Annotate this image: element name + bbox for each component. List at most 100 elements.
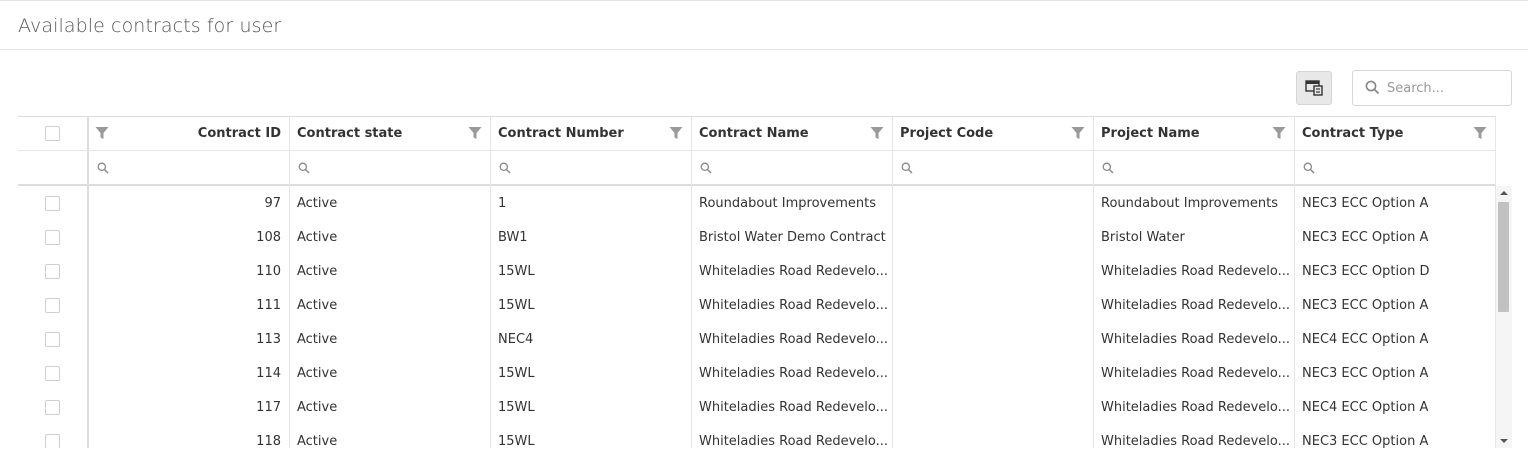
table-row[interactable]: 108 Active BW1 Bristol Water Demo Contract B… — [18, 220, 1496, 254]
cell-text: 15WL — [498, 366, 535, 381]
cell-text: Whiteladies Road Redevelo... — [699, 298, 889, 313]
cell-contract-type: NEC3 ECC Option A — [1295, 356, 1496, 390]
arrow-up-icon[interactable] — [1500, 190, 1508, 196]
column-header-contract-type[interactable]: Contract Type — [1295, 117, 1496, 150]
cell-contract-state: Active — [290, 220, 491, 254]
cell-text: 111 — [256, 298, 281, 313]
column-header-label: Contract state — [297, 126, 403, 141]
filter-funnel-icon[interactable] — [1473, 126, 1487, 140]
filter-cell-project-code[interactable] — [893, 151, 1094, 185]
row-checkbox[interactable] — [45, 366, 60, 381]
column-header-label: Project Name — [1101, 126, 1200, 141]
table-row[interactable]: 114 Active 15WL Whiteladies Road Redevelo..… — [18, 356, 1496, 390]
search-input[interactable] — [1387, 78, 1505, 98]
row-checkbox[interactable] — [45, 332, 60, 347]
table-row[interactable]: 118 Active 15WL Whiteladies Road Redevelo..… — [18, 424, 1496, 448]
table-row[interactable]: 110 Active 15WL Whiteladies Road Redevelo..… — [18, 254, 1496, 288]
search-icon — [1303, 162, 1315, 174]
table-row[interactable]: 117 Active 15WL Whiteladies Road Redevelo..… — [18, 390, 1496, 424]
cell-project-name: Whiteladies Road Redevelo... — [1094, 424, 1295, 448]
cell-text: Whiteladies Road Redevelo... — [1101, 264, 1291, 279]
filter-cell-contract-state[interactable] — [290, 151, 491, 185]
filter-funnel-icon[interactable] — [870, 126, 884, 140]
cell-contract-type: NEC3 ECC Option A — [1295, 288, 1496, 322]
scrollbar-thumb[interactable] — [1498, 202, 1509, 312]
page-title: Available contracts for user — [18, 15, 282, 37]
cell-text: Active — [297, 434, 338, 448]
filter-cell-contract-name[interactable] — [692, 151, 893, 185]
filter-funnel-icon[interactable] — [1071, 126, 1085, 140]
cell-contract-name: Whiteladies Road Redevelo... — [692, 322, 893, 356]
filter-cell-contract-id[interactable] — [89, 151, 290, 185]
cell-contract-name: Whiteladies Road Redevelo... — [692, 390, 893, 424]
search-box[interactable] — [1352, 70, 1512, 106]
filter-cell-project-name[interactable] — [1094, 151, 1295, 185]
arrow-down-icon[interactable] — [1500, 438, 1508, 444]
cell-project-name: Whiteladies Road Redevelo... — [1094, 356, 1295, 390]
table-row[interactable]: 111 Active 15WL Whiteladies Road Redevelo..… — [18, 288, 1496, 322]
cell-contract-number: BW1 — [491, 220, 692, 254]
cell-text: Whiteladies Road Redevelo... — [1101, 298, 1291, 313]
row-checkbox[interactable] — [45, 298, 60, 313]
cell-contract-state: Active — [290, 356, 491, 390]
cell-text: NEC3 ECC Option D — [1302, 264, 1430, 279]
row-select-cell — [18, 254, 89, 288]
filter-funnel-icon[interactable] — [95, 126, 109, 140]
cell-contract-name: Bristol Water Demo Contract — [692, 220, 893, 254]
search-icon — [1365, 80, 1380, 95]
row-checkbox[interactable] — [45, 196, 60, 211]
select-all-checkbox[interactable] — [45, 126, 60, 141]
column-chooser-button[interactable] — [1296, 71, 1332, 105]
column-header-project-code[interactable]: Project Code — [893, 117, 1094, 150]
cell-text: 1 — [498, 196, 507, 211]
row-checkbox[interactable] — [45, 400, 60, 415]
cell-text: Bristol Water — [1101, 230, 1185, 245]
cell-project-code — [893, 356, 1094, 390]
cell-text: Active — [297, 264, 338, 279]
cell-contract-name: Whiteladies Road Redevelo... — [692, 356, 893, 390]
cell-contract-state: Active — [290, 322, 491, 356]
filter-funnel-icon[interactable] — [1272, 126, 1286, 140]
filter-cell-contract-number[interactable] — [491, 151, 692, 185]
vertical-scrollbar[interactable] — [1496, 186, 1512, 448]
table-row[interactable]: 97 Active 1 Roundabout Improvements Roundabo… — [18, 186, 1496, 220]
cell-text: Active — [297, 196, 338, 211]
cell-contract-type: NEC4 ECC Option A — [1295, 322, 1496, 356]
column-header-label: Contract ID — [197, 126, 281, 141]
cell-contract-name: Roundabout Improvements — [692, 186, 893, 220]
search-icon — [97, 162, 109, 174]
cell-contract-id: 97 — [89, 186, 290, 220]
cell-project-name: Whiteladies Road Redevelo... — [1094, 322, 1295, 356]
column-header-contract-name[interactable]: Contract Name — [692, 117, 893, 150]
table-row[interactable]: 113 Active NEC4 Whiteladies Road Redevelo..… — [18, 322, 1496, 356]
column-header-contract-state[interactable]: Contract state — [290, 117, 491, 150]
cell-contract-id: 118 — [89, 424, 290, 448]
cell-project-code — [893, 186, 1094, 220]
cell-contract-type: NEC3 ECC Option A — [1295, 220, 1496, 254]
row-select-cell — [18, 322, 89, 356]
row-select-cell — [18, 424, 89, 448]
cell-text: Active — [297, 400, 338, 415]
cell-contract-id: 111 — [89, 288, 290, 322]
cell-text: Bristol Water Demo Contract — [699, 230, 886, 245]
cell-contract-state: Active — [290, 288, 491, 322]
cell-text: Active — [297, 332, 338, 347]
cell-text: 117 — [256, 400, 281, 415]
row-checkbox[interactable] — [45, 264, 60, 279]
cell-contract-name: Whiteladies Road Redevelo... — [692, 254, 893, 288]
filter-cell-contract-type[interactable] — [1295, 151, 1496, 185]
filter-funnel-icon[interactable] — [669, 126, 683, 140]
row-checkbox[interactable] — [45, 230, 60, 245]
filter-cell-select — [18, 151, 89, 185]
cell-project-name: Whiteladies Road Redevelo... — [1094, 254, 1295, 288]
column-header-project-name[interactable]: Project Name — [1094, 117, 1295, 150]
cell-contract-id: 113 — [89, 322, 290, 356]
filter-funnel-icon[interactable] — [468, 126, 482, 140]
row-select-cell — [18, 390, 89, 424]
column-header-contract-number[interactable]: Contract Number — [491, 117, 692, 150]
column-header-contract-id[interactable]: Contract ID — [89, 117, 290, 150]
page-header: Available contracts for user — [0, 0, 1528, 50]
column-header-label: Project Code — [900, 126, 994, 141]
cell-contract-name: Whiteladies Road Redevelo... — [692, 424, 893, 448]
row-checkbox[interactable] — [45, 434, 60, 448]
